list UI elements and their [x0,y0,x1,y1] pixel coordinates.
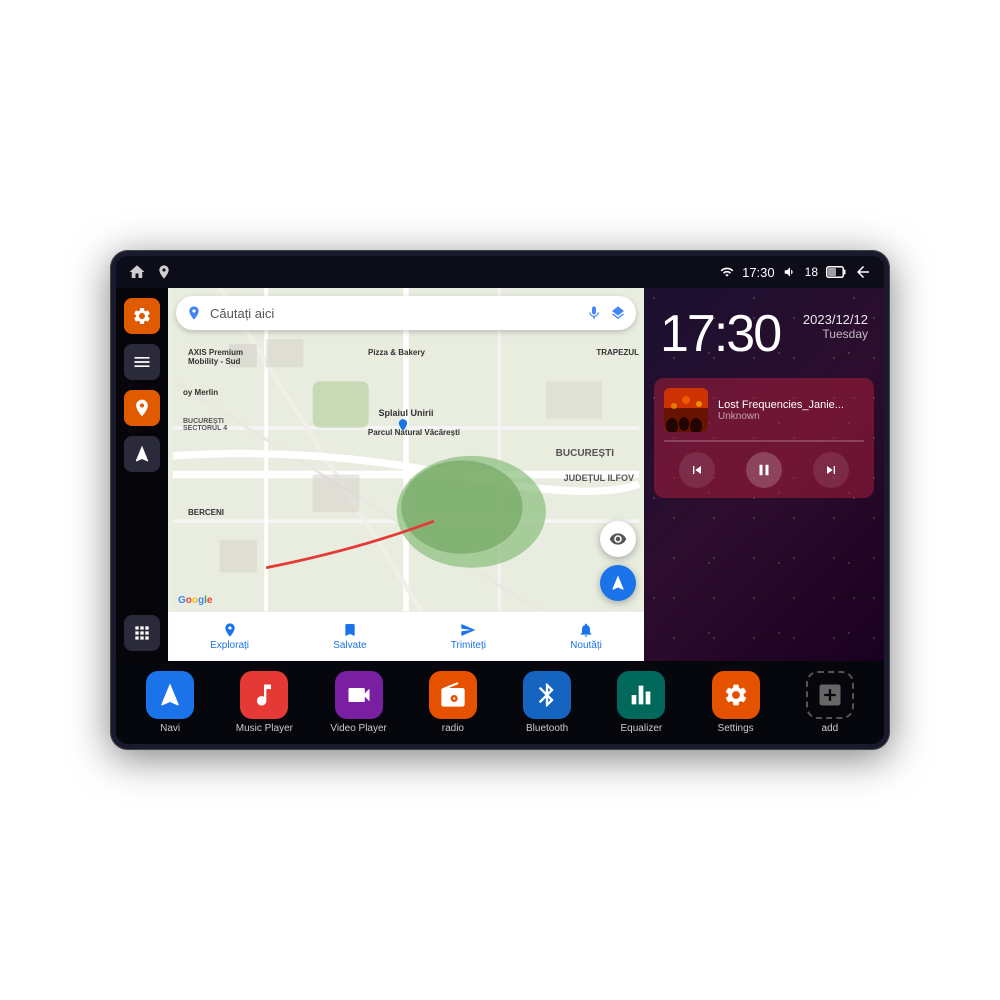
radio-label: radio [442,723,464,734]
sidebar-menu-btn[interactable] [124,344,160,380]
map-nav-salvate[interactable]: Salvate [333,622,366,651]
add-icon [806,671,854,719]
map-label-berceni: BERCENI [188,508,224,517]
map-label-splaiul: Splaiul Unirii [378,408,433,418]
map-label-axis: AXIS PremiumMobility - Sud [188,348,243,366]
app-equalizer[interactable]: Equalizer [597,671,685,734]
music-details: Lost Frequencies_Janie... Unknown [718,399,864,422]
map-pin-parc [396,418,410,432]
map-nav-trimiteti[interactable]: Trimiteți [451,622,486,651]
home-icon [128,263,146,281]
music-controls [664,452,864,488]
video-label: Video Player [330,723,387,734]
map-nav-noutati[interactable]: Noutăți [570,622,602,651]
map-container: AXIS PremiumMobility - Sud Pizza & Baker… [168,288,644,661]
clock-date-value: 2023/12/12 [803,312,868,327]
pause-button[interactable] [746,452,782,488]
app-settings[interactable]: Settings [692,671,780,734]
music-art-svg [664,388,708,432]
music-title: Lost Frequencies_Janie... [718,399,864,411]
status-time: 17:30 [742,265,775,280]
bluetooth-icon-btn [523,671,571,719]
navi-label: Navi [160,723,180,734]
google-map-pin-icon [186,305,202,321]
clock-section: 17:30 2023/12/12 Tuesday [644,288,884,370]
clock-day: Tuesday [803,327,868,341]
mic-icon[interactable] [586,305,602,321]
settings-label: Settings [718,723,754,734]
video-icon [335,671,383,719]
location-icon [156,264,172,280]
sidebar-settings-btn[interactable] [124,298,160,334]
map-bottom-nav: Explorați Salvate Trimiteți Noutăți [168,611,644,661]
sidebar-map-btn[interactable] [124,390,160,426]
sidebar [116,288,168,661]
volume-icon [783,265,797,279]
app-music[interactable]: Music Player [220,671,308,734]
map-eye-btn[interactable] [600,521,636,557]
equalizer-label: Equalizer [621,723,663,734]
google-logo: Google [178,595,212,606]
music-thumbnail [664,388,708,432]
equalizer-icon [617,671,665,719]
music-thumb-art [664,388,708,432]
battery-icon [826,266,846,278]
music-info: Lost Frequencies_Janie... Unknown [664,388,864,432]
map-nav-salvate-label: Salvate [333,640,366,651]
music-icon [240,671,288,719]
map-area: AXIS PremiumMobility - Sud Pizza & Baker… [168,288,644,661]
app-video[interactable]: Video Player [315,671,403,734]
bluetooth-label: Bluetooth [526,723,568,734]
next-button[interactable] [813,452,849,488]
sidebar-apps-btn[interactable] [124,615,160,651]
map-label-ilfov: JUDEȚUL ILFOV [564,473,634,483]
app-add[interactable]: add [786,671,874,734]
radio-icon-btn [429,671,477,719]
map-label-merlin: oy Merlin [183,388,218,397]
add-label: add [822,723,839,734]
map-label-sect4: BUCUREȘTISECTORUL 4 [183,418,227,432]
map-nav-explora[interactable]: Explorați [210,622,249,651]
layers-icon[interactable] [610,305,626,321]
map-label-trapez: TRAPEZUL [596,348,639,357]
right-panel: 17:30 2023/12/12 Tuesday [644,288,884,661]
app-radio[interactable]: radio [409,671,497,734]
map-label-parc: Parcul Natural Văcărești [368,428,460,437]
music-section: Lost Frequencies_Janie... Unknown [654,378,874,498]
sidebar-nav-btn[interactable] [124,436,160,472]
map-label-buc: BUCUREȘTI [556,448,614,459]
music-progress-bar [664,440,864,442]
app-bluetooth[interactable]: Bluetooth [503,671,591,734]
music-artist: Unknown [718,411,864,422]
device-frame: 17:30 18 [110,250,890,750]
settings-icon-btn [712,671,760,719]
app-grid: Navi Music Player [126,671,874,734]
app-navi[interactable]: Navi [126,671,214,734]
map-nav-fab[interactable] [600,565,636,601]
navi-icon [146,671,194,719]
prev-button[interactable] [679,452,715,488]
map-nav-trimiteti-label: Trimiteți [451,640,486,651]
battery-level: 18 [805,265,818,279]
clock-date: 2023/12/12 Tuesday [803,312,868,341]
back-icon[interactable] [854,263,872,281]
status-bar-right: 17:30 18 [720,263,872,281]
map-label-pizza: Pizza & Bakery [368,348,425,357]
main-content: AXIS PremiumMobility - Sud Pizza & Baker… [116,288,884,661]
map-nav-explora-label: Explorați [210,640,249,651]
status-bar-left [128,263,172,281]
app-grid-section: Navi Music Player [116,661,884,744]
signal-icon [720,265,734,279]
map-search-bar[interactable]: Căutați aici [176,296,636,330]
device-screen: 17:30 18 [116,256,884,744]
status-bar: 17:30 18 [116,256,884,288]
map-nav-noutati-label: Noutăți [570,640,602,651]
music-label: Music Player [236,723,293,734]
map-search-text: Căutați aici [210,306,578,321]
